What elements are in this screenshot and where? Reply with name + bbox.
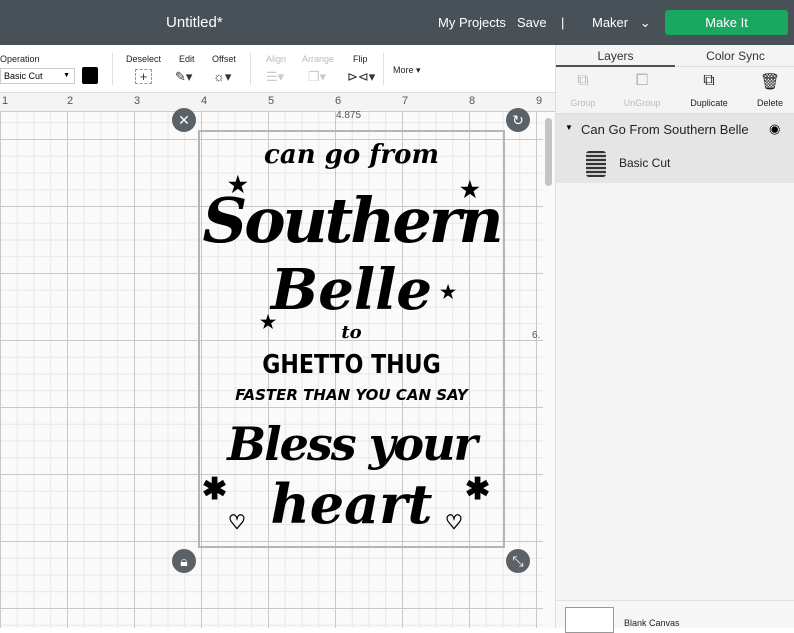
operation-label: Operation [0, 54, 40, 64]
ungroup-icon: ⧠ [635, 72, 649, 89]
edit-toolbar: Operation Basic Cut ▼ Deselect + Edit ✎▾ … [0, 45, 555, 93]
duplicate-button[interactable]: ⧉ Duplicate [684, 72, 734, 108]
divider [383, 53, 384, 85]
group-button: ⧉ Group [558, 72, 608, 108]
delete-label: Delete [756, 98, 783, 108]
offset-label: Offset [212, 54, 236, 64]
star-icon: ★ [460, 177, 480, 202]
asterisk-icon: ✱ [202, 473, 228, 506]
ungroup-label: UnGroup [623, 98, 661, 108]
make-it-button[interactable]: Make It [665, 10, 788, 35]
heart-icon: ♡ [445, 512, 463, 534]
ruler-mark: 8 [469, 95, 476, 107]
layers-panel: Layers Color Sync ⧉ Group ⧠ UnGroup ⧉ Dupli… [555, 45, 794, 633]
more-label: More [393, 65, 414, 75]
ruler-mark: 4 [201, 95, 208, 107]
project-title: Untitled* [166, 14, 223, 31]
collapse-arrow-icon[interactable]: ▼ [565, 123, 573, 132]
star-icon: ★ [440, 282, 457, 302]
flip-label: Flip [353, 54, 368, 64]
art-line: FASTER THAN YOU CAN SAY [235, 386, 468, 404]
deselect-label: Deselect [126, 54, 162, 64]
save-button[interactable]: Save [517, 15, 547, 30]
top-bar: Untitled* My Projects Save | Maker ⌄ Mak… [0, 0, 794, 45]
art-line: to [341, 322, 362, 343]
width-label: 4.875 [336, 110, 362, 121]
ruler-mark: 2 [67, 95, 74, 107]
ruler-mark: 9 [536, 95, 543, 107]
duplicate-icon: ⧉ [703, 72, 715, 89]
lock-handle-icon[interactable]: 🔒︎ [172, 549, 196, 573]
design-artwork[interactable]: can go from Southern Belle to GHETTO THU… [200, 132, 504, 546]
operation-value: Basic Cut [4, 71, 43, 81]
trash-icon: 🗑︎ [759, 74, 781, 91]
color-swatch[interactable] [82, 67, 98, 84]
scrollbar-thumb[interactable] [545, 118, 552, 186]
dropdown-arrow-icon: ▼ [63, 72, 70, 79]
duplicate-label: Duplicate [690, 98, 728, 108]
star-icon: ★ [228, 172, 248, 197]
align-label: Align [266, 54, 287, 64]
divider [112, 53, 113, 85]
heart-icon: ♡ [228, 512, 246, 534]
arrange-icon: ❐▾ [308, 69, 327, 84]
edit-icon[interactable]: ✎▾ [175, 69, 192, 85]
star-icon: ★ [260, 312, 277, 332]
operation-select[interactable]: Basic Cut ▼ [0, 68, 75, 84]
asterisk-icon: ✱ [465, 473, 491, 506]
horizontal-ruler: 1 2 3 4 5 6 7 8 9 [0, 93, 555, 112]
layer-thumbnail [586, 151, 606, 177]
ruler-mark: 7 [402, 95, 409, 107]
divider: | [561, 15, 565, 30]
blank-canvas-label: Blank Canvas [624, 618, 680, 628]
machine-label: Maker [592, 15, 629, 30]
layer-group-name: Can Go From Southern Belle [581, 122, 749, 137]
delete-button[interactable]: 🗑︎ Delete [745, 72, 794, 108]
edit-label: Edit [179, 54, 195, 64]
ruler-mark: 3 [134, 95, 141, 107]
tab-layers[interactable]: Layers [556, 45, 675, 67]
vertical-scrollbar[interactable] [543, 112, 555, 628]
flip-icon[interactable]: ⊳⊲▾ [347, 69, 375, 85]
layer-group[interactable]: ▼ Can Go From Southern Belle ◉ Basic Cut [556, 113, 794, 183]
ruler-mark: 5 [268, 95, 275, 107]
close-handle-icon[interactable]: ✕ [172, 108, 196, 132]
align-icon: ☰▾ [266, 69, 285, 84]
blank-canvas-row[interactable]: Blank Canvas [556, 600, 794, 633]
tab-color-sync[interactable]: Color Sync [676, 45, 794, 67]
divider [250, 53, 251, 85]
machine-select[interactable]: Maker ⌄ [592, 15, 651, 31]
more-button[interactable]: More ▾ [393, 65, 421, 76]
chevron-down-icon: ⌄ [639, 15, 651, 30]
canvas-swatch[interactable] [565, 607, 614, 633]
art-line: can go from [264, 140, 439, 170]
art-line: Belle [270, 257, 433, 323]
rotate-handle-icon[interactable]: ↻ [506, 108, 530, 132]
my-projects-link[interactable]: My Projects [438, 15, 506, 30]
deselect-icon[interactable]: + [135, 69, 152, 84]
art-line: Bless your [227, 417, 478, 471]
resize-handle-icon[interactable]: ⤡ [506, 549, 530, 573]
art-line: GHETTO THUG [262, 350, 441, 380]
offset-icon[interactable]: ☼▾ [213, 69, 231, 85]
height-label: 6. [532, 330, 541, 341]
group-label: Group [570, 98, 596, 108]
eye-icon[interactable]: ◉ [769, 121, 780, 137]
arrange-label: Arrange [302, 54, 335, 64]
group-icon: ⧉ [577, 72, 589, 89]
ruler-mark: 1 [2, 95, 9, 107]
ruler-mark: 6 [335, 95, 342, 107]
layer-item-name[interactable]: Basic Cut [619, 156, 670, 170]
ungroup-button: ⧠ UnGroup [617, 72, 667, 108]
